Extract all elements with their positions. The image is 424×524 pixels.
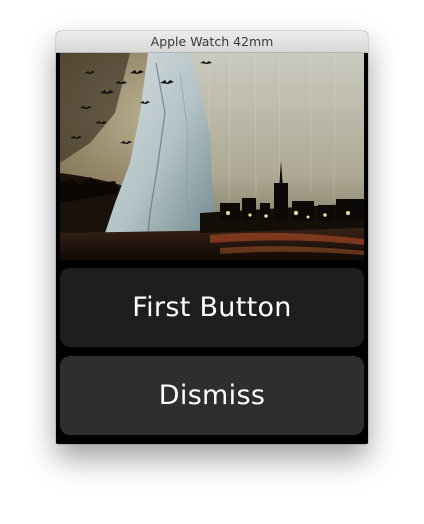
simulator-window: Apple Watch 42mm First Button Dismiss bbox=[56, 31, 368, 444]
window-title: Apple Watch 42mm bbox=[150, 34, 274, 49]
dismiss-button[interactable]: Dismiss bbox=[60, 356, 364, 435]
first-button[interactable]: First Button bbox=[60, 268, 364, 347]
header-image bbox=[60, 53, 364, 260]
window-titlebar[interactable]: Apple Watch 42mm bbox=[56, 31, 368, 53]
watch-screen: First Button Dismiss bbox=[56, 53, 368, 444]
